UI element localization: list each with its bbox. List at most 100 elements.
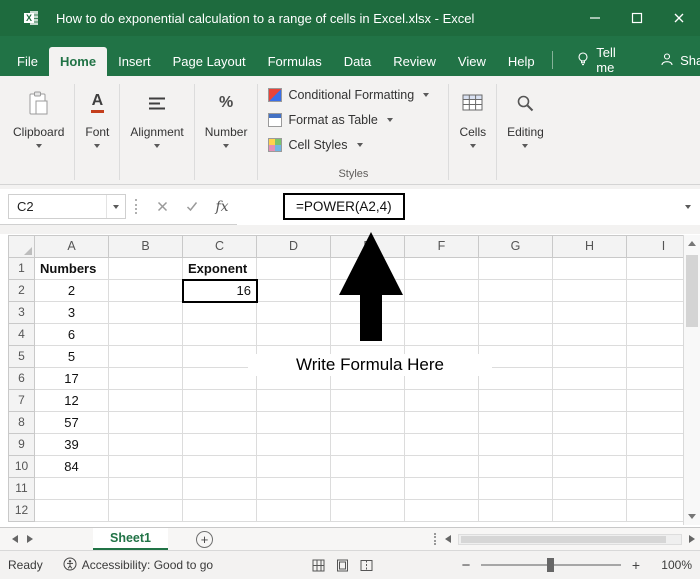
clipboard-group-button[interactable]: Clipboard bbox=[4, 80, 73, 184]
vertical-scroll-thumb[interactable] bbox=[686, 255, 698, 327]
scroll-right-icon[interactable] bbox=[689, 535, 695, 543]
enter-icon[interactable] bbox=[177, 199, 207, 215]
cell-B2[interactable] bbox=[109, 280, 183, 302]
formula-input[interactable]: =POWER(A2,4) bbox=[237, 188, 700, 225]
cell-G12[interactable] bbox=[479, 500, 553, 522]
tab-view[interactable]: View bbox=[447, 47, 497, 76]
minimize-button[interactable] bbox=[574, 0, 616, 36]
cell-E9[interactable] bbox=[331, 434, 405, 456]
sheet-nav-left-icon[interactable] bbox=[12, 535, 18, 543]
cell-A8[interactable]: 57 bbox=[35, 412, 109, 434]
sheet-nav-right-icon[interactable] bbox=[27, 535, 33, 543]
cell-A7[interactable]: 12 bbox=[35, 390, 109, 412]
cell-F8[interactable] bbox=[405, 412, 479, 434]
cell-C3[interactable] bbox=[183, 302, 257, 324]
cell-A4[interactable]: 6 bbox=[35, 324, 109, 346]
font-group-button[interactable]: A Font bbox=[76, 80, 118, 184]
cell-D11[interactable] bbox=[257, 478, 331, 500]
close-button[interactable] bbox=[658, 0, 700, 36]
cell-A1[interactable]: Numbers bbox=[35, 258, 109, 280]
cell-B3[interactable] bbox=[109, 302, 183, 324]
page-break-view-icon[interactable] bbox=[360, 559, 373, 572]
styles-item-cell-styles[interactable]: Cell Styles bbox=[263, 132, 443, 157]
normal-view-icon[interactable] bbox=[312, 559, 325, 572]
cell-F12[interactable] bbox=[405, 500, 479, 522]
accessibility-status[interactable]: Accessibility: Good to go bbox=[63, 557, 213, 574]
cell-F1[interactable] bbox=[405, 258, 479, 280]
cell-H8[interactable] bbox=[553, 412, 627, 434]
vertical-scrollbar[interactable] bbox=[683, 235, 700, 525]
col-header-A[interactable]: A bbox=[35, 236, 109, 258]
row-header-4[interactable]: 4 bbox=[9, 324, 35, 346]
cell-F7[interactable] bbox=[405, 390, 479, 412]
cell-C12[interactable] bbox=[183, 500, 257, 522]
number-group-button[interactable]: % Number bbox=[196, 80, 257, 184]
cell-C5[interactable] bbox=[183, 346, 257, 368]
cell-D10[interactable] bbox=[257, 456, 331, 478]
cell-F2[interactable] bbox=[405, 280, 479, 302]
cell-H2[interactable] bbox=[553, 280, 627, 302]
scroll-up-icon[interactable] bbox=[688, 241, 696, 246]
row-header-7[interactable]: 7 bbox=[9, 390, 35, 412]
share-button[interactable]: Share bbox=[652, 52, 700, 69]
cell-A3[interactable]: 3 bbox=[35, 302, 109, 324]
tab-scroll-splitter[interactable] bbox=[434, 533, 436, 545]
cell-E7[interactable] bbox=[331, 390, 405, 412]
cell-F4[interactable] bbox=[405, 324, 479, 346]
zoom-slider-thumb[interactable] bbox=[547, 558, 554, 572]
cell-G1[interactable] bbox=[479, 258, 553, 280]
horizontal-scroll-thumb[interactable] bbox=[461, 535, 666, 543]
cell-H9[interactable] bbox=[553, 434, 627, 456]
cells-group-button[interactable]: Cells bbox=[450, 80, 495, 184]
tab-review[interactable]: Review bbox=[382, 47, 447, 76]
cell-G10[interactable] bbox=[479, 456, 553, 478]
tab-formulas[interactable]: Formulas bbox=[257, 47, 333, 76]
cell-F3[interactable] bbox=[405, 302, 479, 324]
cell-B11[interactable] bbox=[109, 478, 183, 500]
cell-C9[interactable] bbox=[183, 434, 257, 456]
cell-D1[interactable] bbox=[257, 258, 331, 280]
cell-B8[interactable] bbox=[109, 412, 183, 434]
cell-D12[interactable] bbox=[257, 500, 331, 522]
cell-B5[interactable] bbox=[109, 346, 183, 368]
cell-G11[interactable] bbox=[479, 478, 553, 500]
cell-E11[interactable] bbox=[331, 478, 405, 500]
cell-H3[interactable] bbox=[553, 302, 627, 324]
cell-D2[interactable] bbox=[257, 280, 331, 302]
row-header-2[interactable]: 2 bbox=[9, 280, 35, 302]
maximize-button[interactable] bbox=[616, 0, 658, 36]
col-header-H[interactable]: H bbox=[553, 236, 627, 258]
col-header-F[interactable]: F bbox=[405, 236, 479, 258]
cell-A2[interactable]: 2 bbox=[35, 280, 109, 302]
alignment-group-button[interactable]: Alignment bbox=[121, 80, 192, 184]
row-header-3[interactable]: 3 bbox=[9, 302, 35, 324]
cell-C4[interactable] bbox=[183, 324, 257, 346]
cell-E12[interactable] bbox=[331, 500, 405, 522]
cell-H4[interactable] bbox=[553, 324, 627, 346]
page-layout-view-icon[interactable] bbox=[336, 559, 349, 572]
cell-D9[interactable] bbox=[257, 434, 331, 456]
cell-G7[interactable] bbox=[479, 390, 553, 412]
cell-B10[interactable] bbox=[109, 456, 183, 478]
cell-H12[interactable] bbox=[553, 500, 627, 522]
cell-H1[interactable] bbox=[553, 258, 627, 280]
formula-bar-splitter[interactable] bbox=[135, 199, 137, 214]
cell-D3[interactable] bbox=[257, 302, 331, 324]
cell-H11[interactable] bbox=[553, 478, 627, 500]
row-header-12[interactable]: 12 bbox=[9, 500, 35, 522]
cell-C2[interactable]: 16 bbox=[182, 279, 258, 303]
cell-F10[interactable] bbox=[405, 456, 479, 478]
scroll-left-icon[interactable] bbox=[445, 535, 451, 543]
cell-F9[interactable] bbox=[405, 434, 479, 456]
cell-F11[interactable] bbox=[405, 478, 479, 500]
cell-E2[interactable] bbox=[331, 280, 405, 302]
cell-A12[interactable] bbox=[35, 500, 109, 522]
cell-A10[interactable]: 84 bbox=[35, 456, 109, 478]
sheet-tab-sheet1[interactable]: Sheet1 bbox=[93, 528, 168, 550]
tab-insert[interactable]: Insert bbox=[107, 47, 162, 76]
cell-C6[interactable] bbox=[183, 368, 257, 390]
cell-C8[interactable] bbox=[183, 412, 257, 434]
add-sheet-button[interactable]: + bbox=[196, 530, 213, 548]
cell-D7[interactable] bbox=[257, 390, 331, 412]
editing-group-button[interactable]: Editing bbox=[498, 80, 553, 184]
